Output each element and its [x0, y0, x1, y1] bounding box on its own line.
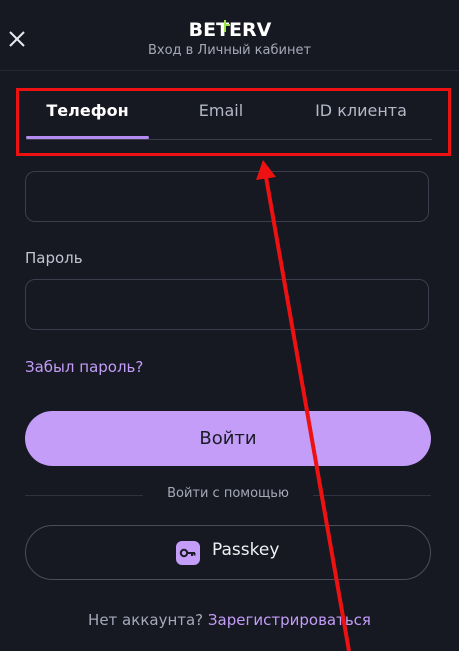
divider-line-right: [313, 495, 431, 496]
password-input[interactable]: [26, 280, 428, 329]
logo-text: BETERV: [188, 19, 271, 40]
signup-prompt: Нет аккаунта?: [88, 611, 204, 629]
passkey-label: Passkey: [212, 540, 280, 560]
key-icon: [176, 541, 200, 565]
password-label: Пароль: [25, 249, 83, 267]
signup-link[interactable]: Зарегистрироваться: [208, 611, 371, 629]
signup-row: Нет аккаунта? Зарегистрироваться: [0, 611, 459, 629]
brand-logo: BETERV: [0, 18, 459, 41]
phone-field[interactable]: [25, 171, 429, 222]
login-method-tabs: Телефон Email ID клиента: [26, 93, 432, 140]
alt-login-divider: Войти с помощью: [25, 486, 431, 504]
login-button[interactable]: Войти: [25, 411, 431, 466]
alt-login-text: Войти с помощью: [167, 486, 289, 501]
active-tab-indicator: [26, 136, 149, 139]
tab-email[interactable]: Email: [156, 93, 286, 139]
passkey-button[interactable]: Passkey: [25, 525, 431, 580]
password-field[interactable]: [25, 279, 429, 330]
phone-input[interactable]: [26, 172, 428, 221]
header: BETERV Вход в Личный кабинет: [0, 0, 459, 71]
page-subtitle: Вход в Личный кабинет: [147, 43, 312, 58]
tab-client-id[interactable]: ID клиента: [296, 93, 426, 139]
tab-phone[interactable]: Телефон: [26, 93, 149, 139]
forgot-password-link[interactable]: Забыл пароль?: [25, 358, 143, 376]
